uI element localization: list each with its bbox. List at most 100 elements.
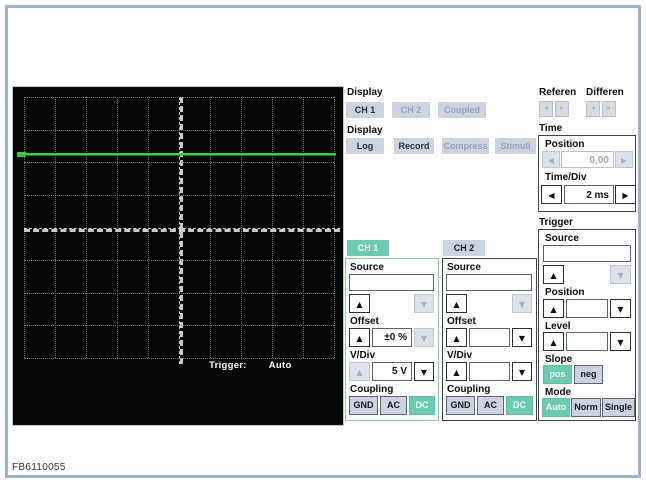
oscilloscope-app: Trigger: Auto Display CH 1 CH 2 Coupled D…: [0, 0, 646, 487]
ch1-source-down-button: ▼: [414, 294, 434, 313]
up-arrow-icon: ▲: [453, 334, 460, 343]
ch2-vdiv-up-button[interactable]: ▲: [446, 362, 467, 381]
down-arrow-icon: ▼: [617, 271, 624, 280]
slope-neg-button[interactable]: neg: [574, 365, 603, 384]
ch1-vdiv-value: 5 V: [372, 362, 412, 381]
down-arrow-icon: ▼: [617, 305, 624, 314]
down-arrow-icon: ▼: [420, 334, 428, 343]
down-arrow-icon: ▼: [518, 300, 526, 309]
left-arrow-icon: ◀: [547, 156, 555, 165]
ch1-offset-label: Offset: [350, 316, 379, 327]
ch1-coupling-gnd-button[interactable]: GND: [349, 396, 378, 415]
trigger-position-value: [566, 299, 608, 318]
down-arrow-icon: ▼: [617, 338, 624, 347]
slope-pos-button[interactable]: pos: [543, 365, 572, 384]
record-button[interactable]: Record: [394, 138, 434, 154]
ch2-source-input[interactable]: [446, 274, 532, 291]
trigger-position-up-button[interactable]: ▲: [543, 299, 564, 318]
down-arrow-icon: ▼: [518, 368, 526, 377]
trigger-source-up-button[interactable]: ▲: [543, 265, 564, 284]
time-label: Time: [539, 123, 563, 134]
trigger-mode-label: Mode: [545, 387, 572, 398]
trigger-position-down-button[interactable]: ▼: [610, 299, 631, 318]
trigger-level-down-button[interactable]: ▼: [610, 332, 631, 351]
time-position-decrement-button: ◀: [542, 151, 560, 168]
grid-hline: [24, 129, 334, 131]
differential-prev-button: ◂: [586, 101, 600, 117]
ch1-source-up-button[interactable]: ▲: [349, 294, 370, 313]
ch1-offset-value: ±0 %: [372, 328, 412, 347]
stimuli-button: Stimuli: [495, 138, 536, 154]
compress-button: Compress: [442, 138, 489, 154]
trigger-status-label: Trigger:: [209, 360, 247, 371]
ch2-offset-label: Offset: [447, 316, 476, 327]
down-arrow-icon: ▼: [420, 300, 428, 309]
grid-hline: [24, 97, 334, 98]
trigger-level-value: [566, 332, 608, 351]
up-arrow-icon: ▲: [356, 368, 363, 377]
ch2-coupling-ac-button[interactable]: AC: [477, 396, 504, 415]
grid-hline: [24, 292, 334, 294]
ch1-source-input[interactable]: [349, 274, 434, 291]
right-arrow-icon: ▸: [560, 105, 564, 112]
up-arrow-icon: ▲: [550, 271, 557, 280]
ch1-coupling-ac-button[interactable]: AC: [380, 396, 407, 415]
up-arrow-icon: ▲: [356, 334, 363, 343]
log-button[interactable]: Log: [346, 138, 384, 154]
ch1-tab[interactable]: CH 1: [347, 240, 389, 256]
grid-hline: [24, 227, 340, 232]
trigger-level-up-button[interactable]: ▲: [543, 332, 564, 351]
ch2-coupling-dc-button[interactable]: DC: [506, 396, 533, 415]
ch1-vdiv-down-button[interactable]: ▼: [414, 362, 434, 381]
ch2-coupling-gnd-button[interactable]: GND: [446, 396, 475, 415]
trigger-source-down-button: ▼: [610, 265, 631, 284]
ch1-coupling-dc-button[interactable]: DC: [409, 396, 435, 415]
scope-display: Trigger: Auto: [12, 86, 344, 426]
display-ch2-button: CH 2: [392, 102, 430, 118]
differential-next-button: ▸: [602, 101, 616, 117]
reference-prev-button: ◂: [539, 101, 553, 117]
ch2-offset-down-button[interactable]: ▼: [512, 328, 532, 347]
reference-next-button: ▸: [555, 101, 569, 117]
right-arrow-icon: ▶: [622, 191, 629, 200]
up-arrow-icon: ▲: [550, 305, 557, 314]
mode-norm-button[interactable]: Norm: [571, 398, 601, 417]
trigger-level-label: Level: [545, 321, 571, 332]
trigger-position-label: Position: [545, 287, 585, 298]
scope-grid: [24, 97, 340, 364]
time-position-increment-button: ▶: [615, 151, 633, 168]
ch2-tab[interactable]: CH 2: [443, 240, 485, 256]
differential-label: Differen: [586, 87, 624, 98]
mode-auto-button[interactable]: Auto: [542, 398, 570, 417]
ch1-offset-up-button[interactable]: ▲: [349, 328, 370, 347]
ch2-coupling-label: Coupling: [447, 384, 491, 395]
trigger-source-input[interactable]: [543, 245, 631, 262]
left-arrow-icon: ◀: [548, 191, 555, 200]
right-arrow-icon: ▸: [607, 105, 611, 112]
reference-label: Referen: [539, 87, 577, 98]
grid-hline: [24, 162, 334, 164]
left-arrow-icon: ◂: [544, 105, 548, 112]
ch2-vdiv-down-button[interactable]: ▼: [512, 362, 532, 381]
timediv-increment-button[interactable]: ▶: [615, 185, 636, 204]
footer-code: FB6110055: [12, 462, 66, 473]
ch1-vdiv-up-button: ▲: [349, 362, 370, 381]
mode-single-button[interactable]: Single: [602, 398, 635, 417]
ch2-source-down-button: ▼: [512, 294, 532, 313]
ch2-vdiv-value: [469, 362, 510, 381]
trigger-source-label: Source: [545, 233, 579, 244]
timediv-decrement-button[interactable]: ◀: [541, 185, 562, 204]
ch2-offset-up-button[interactable]: ▲: [446, 328, 467, 347]
ch2-source-up-button[interactable]: ▲: [446, 294, 467, 313]
up-arrow-icon: ▲: [356, 300, 363, 309]
display-ch1-button[interactable]: CH 1: [346, 102, 384, 118]
grid-hline: [24, 358, 334, 359]
right-arrow-icon: ▶: [620, 156, 628, 165]
trigger-label: Trigger: [539, 217, 573, 228]
time-position-label: Position: [545, 139, 585, 150]
up-arrow-icon: ▲: [550, 338, 557, 347]
timediv-value: 2 ms: [564, 185, 614, 204]
display-modes-label: Display: [347, 125, 383, 136]
ch1-source-label: Source: [350, 262, 384, 273]
ch1-vdiv-label: V/Div: [350, 350, 376, 361]
